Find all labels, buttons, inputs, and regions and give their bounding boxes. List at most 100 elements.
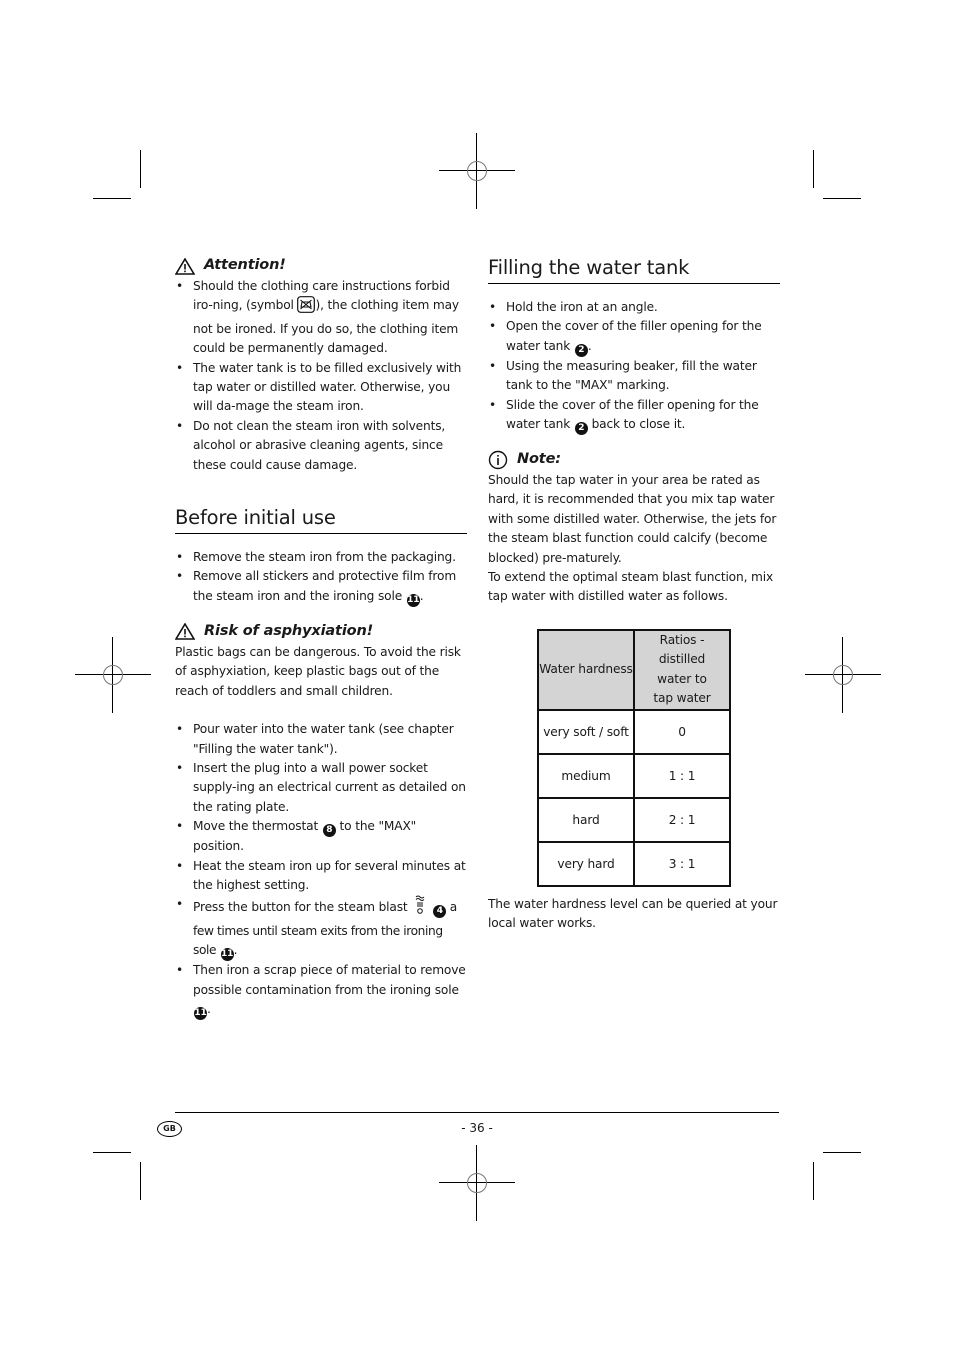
- list-item: Hold the iron at an angle.: [488, 298, 780, 318]
- crop-mark: [93, 1152, 131, 1153]
- table-header-line: tap water: [653, 691, 711, 706]
- list-item: Using the measuring beaker, fill the wat…: [488, 357, 780, 396]
- table-cell: 3 : 1: [633, 840, 731, 887]
- table-row: very hard 3 : 1: [537, 840, 731, 887]
- list-item-text: Move the thermostat: [193, 819, 322, 834]
- table-cell: 1 : 1: [633, 752, 731, 799]
- ref-number-badge: 2: [574, 343, 588, 357]
- list-item: Press the button for the steam blast 4 a…: [175, 895, 467, 962]
- table-cell: 2 : 1: [633, 796, 731, 843]
- list-item-text: .: [419, 588, 424, 603]
- table-cell: 0: [633, 708, 731, 755]
- table-header-cell: Water hardness: [537, 629, 635, 711]
- list-item: Do not clean the steam iron with solvent…: [175, 417, 467, 475]
- right-column: Filling the water tank Hold the iron at …: [488, 255, 780, 930]
- attention-heading-text: Attention!: [204, 257, 286, 274]
- ref-number-badge: 11: [194, 1006, 207, 1020]
- list-item: Insert the plug into a wall power socket…: [175, 759, 467, 817]
- list-item-text: Open the cover of the filler opening for…: [506, 319, 762, 353]
- list-item-text: .: [233, 943, 238, 958]
- water-hardness-table: Water hardness Ratios - distilled water …: [537, 629, 731, 887]
- registration-mark: [805, 637, 881, 713]
- table-header-row: Water hardness Ratios - distilled water …: [537, 629, 731, 711]
- steam-blast-icon: [414, 895, 426, 921]
- table-row: very soft / soft 0: [537, 708, 731, 755]
- ref-number-badge: 2: [574, 422, 588, 436]
- closing-paragraph: The water hardness level can be queried …: [488, 897, 778, 931]
- filling-section: Filling the water tank Hold the iron at …: [488, 255, 780, 436]
- list-item-text: Heat the steam iron up for several minut…: [193, 858, 466, 892]
- list-item-text: .: [587, 338, 592, 353]
- list-item-text: Hold the iron at an angle.: [506, 300, 658, 314]
- note-heading-text: Note:: [517, 451, 561, 468]
- table-cell: medium: [537, 752, 635, 799]
- crop-mark: [823, 198, 861, 199]
- note-paragraph: Should the tap water in your area be rat…: [488, 473, 777, 565]
- risk-paragraph: Plastic bags can be dangerous. To avoid …: [175, 644, 461, 698]
- risk-section: Risk of asphyxiation! Plastic bags can b…: [175, 621, 467, 701]
- ref-number-badge: 4: [433, 905, 447, 919]
- list-item-text: Insert the plug into a wall power socket…: [193, 760, 466, 814]
- page-number: - 36 -: [461, 1121, 493, 1135]
- attention-heading: Attention!: [175, 255, 467, 277]
- crop-mark: [140, 1162, 141, 1200]
- crop-mark: [813, 150, 814, 188]
- list-item-text: Pour water into the water tank (see chap…: [193, 722, 454, 756]
- ref-number-badge: 11: [406, 593, 420, 607]
- do-not-iron-icon: [297, 296, 316, 319]
- list-item: Open the cover of the filler opening for…: [488, 317, 780, 357]
- attention-section: Attention! Should the clothing care inst…: [175, 255, 467, 475]
- risk-heading: Risk of asphyxiation!: [175, 621, 467, 643]
- list-item: Heat the steam iron up for several minut…: [175, 857, 467, 896]
- registration-mark: [75, 637, 151, 713]
- table-cell: very soft / soft: [537, 708, 635, 755]
- table-row: medium 1 : 1: [537, 752, 731, 799]
- list-item-text: The water tank is to be filled exclusive…: [193, 360, 462, 414]
- filling-list: Hold the iron at an angle. Open the cove…: [488, 298, 780, 436]
- table-cell: hard: [537, 796, 635, 843]
- list-item-text: Press the button for the steam blast: [193, 900, 412, 915]
- crop-mark: [813, 1162, 814, 1200]
- info-circle-icon: [488, 450, 508, 470]
- registration-mark: [439, 133, 515, 209]
- attention-list: Should the clothing care instructions fo…: [175, 277, 467, 475]
- warning-triangle-icon: [175, 623, 195, 641]
- crop-mark: [140, 150, 141, 188]
- footer-divider: [175, 1112, 779, 1113]
- ref-number-badge: 11: [220, 948, 234, 962]
- list-item: The water tank is to be filled exclusive…: [175, 359, 467, 417]
- list-item-text: Then iron a scrap piece of material to r…: [193, 963, 466, 997]
- country-badge: GB: [157, 1121, 182, 1137]
- list-item: Slide the cover of the filler opening fo…: [488, 396, 780, 436]
- note-heading: Note:: [488, 449, 780, 471]
- section-title: Before initial use: [175, 505, 467, 535]
- table-cell: very hard: [537, 840, 635, 887]
- before-initial-use-section: Before initial use Remove the steam iron…: [175, 505, 467, 607]
- list-item-text: .: [207, 1001, 211, 1016]
- list-item: Should the clothing care instructions fo…: [175, 277, 467, 359]
- list-item: Move the thermostat 8 to the "MAX" posit…: [175, 817, 467, 856]
- list-item-text: Remove the steam iron from the packaging…: [193, 550, 456, 565]
- list-item: Remove the steam iron from the packaging…: [175, 548, 467, 568]
- list-item-text: Using the measuring beaker, fill the wat…: [506, 358, 757, 393]
- list-item: Remove all stickers and protective film …: [175, 567, 467, 607]
- crop-mark: [93, 198, 131, 199]
- list-item: Pour water into the water tank (see chap…: [175, 720, 467, 759]
- table-header-line: Ratios - distilled: [658, 633, 706, 667]
- note-section: Note: Should the tap water in your area …: [488, 449, 780, 607]
- table-header-cell: Ratios - distilled water to tap water: [633, 629, 731, 711]
- risk-heading-text: Risk of asphyxiation!: [204, 623, 374, 640]
- left-column: Attention! Should the clothing care inst…: [175, 255, 467, 1020]
- initial-use-steps-list: Pour water into the water tank (see chap…: [175, 720, 467, 1020]
- list-item-text: Do not clean the steam iron with solvent…: [193, 418, 446, 472]
- warning-triangle-icon: [175, 257, 195, 275]
- list-item-text: back to close it.: [587, 417, 686, 432]
- crop-mark: [823, 1152, 861, 1153]
- ref-number-badge: 8: [322, 824, 336, 838]
- note-paragraph: To extend the optimal steam blast functi…: [488, 570, 774, 604]
- section-title: Filling the water tank: [488, 255, 780, 284]
- table-header-line: water to: [657, 671, 707, 686]
- registration-mark: [439, 1145, 515, 1221]
- list-item: Then iron a scrap piece of material to r…: [175, 961, 467, 1020]
- table-row: hard 2 : 1: [537, 796, 731, 843]
